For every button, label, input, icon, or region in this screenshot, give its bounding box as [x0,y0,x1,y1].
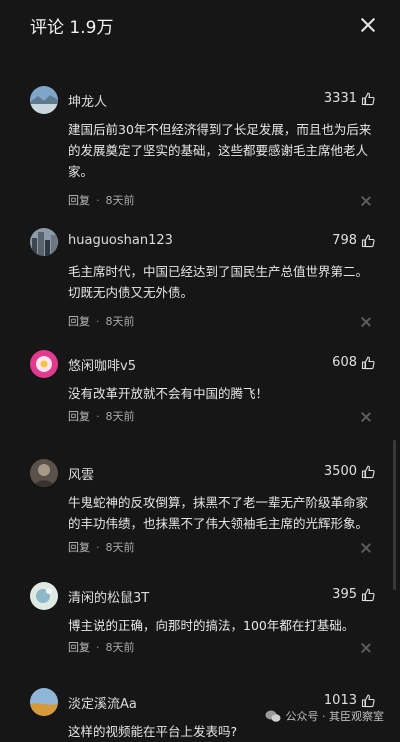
avatar[interactable] [30,582,58,610]
comment-meta: 回复 · 8天前 [68,313,135,329]
comment-meta: 回复 · 8天前 [68,408,135,424]
like-button[interactable]: 3331 [324,91,375,106]
like-count: 608 [332,355,357,370]
thumbs-up-icon [361,694,375,707]
comment-time: 8天前 [105,641,135,654]
comments-header: 评论 1.9万 [0,0,400,50]
comment-text: 这样的视频能在平台上发表吗? [68,724,238,739]
thumbs-up-icon [361,234,375,247]
dismiss-icon[interactable] [361,643,371,653]
comment-time: 8天前 [105,194,135,207]
reply-button[interactable]: 回复 [68,639,90,655]
thumbs-up-icon [361,356,375,369]
separator-dot: · [96,640,100,654]
reply-button[interactable]: 回复 [68,539,90,555]
reply-button[interactable]: 回复 [68,408,90,424]
landscape-avatar-icon [30,86,58,114]
thumbs-up-icon [361,465,375,478]
avatar[interactable] [30,688,58,716]
scrollbar[interactable] [393,440,396,590]
like-count: 395 [332,587,357,602]
comment-username[interactable]: 悠闲咖啡v5 [68,355,136,374]
like-count: 3331 [323,91,357,106]
avatar[interactable] [30,228,58,256]
comment-username[interactable]: 淡定溪流Aa [68,693,137,712]
reply-button[interactable]: 回复 [68,313,90,329]
like-count: 1013 [323,693,357,708]
comment-text: 博主说的正确，向那时的搞法，100年都在打基础。 [68,618,355,633]
comment-text: 牛鬼蛇神的反攻倒算，抹黑不了老一辈无产阶级革命家的丰功伟绩，也抹黑不了伟大领袖毛… [68,495,369,531]
separator-dot: · [96,314,100,328]
like-button[interactable]: 608 [332,355,375,370]
comment-username[interactable]: huaguoshan123 [68,233,173,248]
like-button[interactable]: 395 [332,587,375,602]
comment-text: 毛主席时代，中国已经达到了国民生产总值世界第二。切既无内债又无外债。 [68,264,369,300]
separator-dot: · [96,409,100,423]
like-count: 798 [332,233,357,248]
comment-meta: 回复 · 8天前 [68,539,135,555]
comment-text: 没有改革开放就不会有中国的腾飞！ [68,386,269,401]
cartoon-avatar-icon [30,582,58,610]
thumbs-up-icon [361,92,375,105]
comment-meta: 回复 · 8天前 [68,639,135,655]
avatar[interactable] [30,459,58,487]
avatar[interactable] [30,86,58,114]
separator-dot: · [96,193,100,207]
comment-username[interactable]: 风雲 [68,464,94,483]
reply-button[interactable]: 回复 [68,192,90,208]
comment-text: 建国后前30年不但经济得到了长足发展，而且也为后来的发展奠定了坚实的基础，这些都… [68,122,372,179]
comment-item: 清闲的松鼠3T 395 博主说的正确，向那时的搞法，100年都在打基础。 回复 … [30,582,375,672]
separator-dot: · [96,540,100,554]
comment-list[interactable]: 坤龙人 3331 建国后前30年不但经济得到了长足发展，而且也为后来的发展奠定了… [0,50,400,742]
watermark: 公众号 · 其臣观察室 [265,708,385,724]
like-count: 3500 [323,464,357,479]
dismiss-icon[interactable] [361,196,371,206]
dismiss-icon[interactable] [361,317,371,327]
avatar[interactable] [30,350,58,378]
portrait-avatar-icon [30,459,58,487]
comment-time: 8天前 [105,410,135,423]
comments-title: 评论 1.9万 [30,17,114,38]
comment-username[interactable]: 坤龙人 [68,91,107,110]
thumbs-up-icon [361,588,375,601]
dismiss-icon[interactable] [361,543,371,553]
desert-avatar-icon [30,688,58,716]
comment-item: 悠闲咖啡v5 608 没有改革开放就不会有中国的腾飞！ 回复 · 8天前 [30,350,375,440]
dismiss-icon[interactable] [361,412,371,422]
comment-item: 风雲 3500 牛鬼蛇神的反攻倒算，抹黑不了老一辈无产阶级革命家的丰功伟绩，也抹… [30,459,375,569]
like-button[interactable]: 3500 [324,464,375,479]
comment-time: 8天前 [105,541,135,554]
flower-avatar-icon [30,350,58,378]
comment-time: 8天前 [105,315,135,328]
comment-meta: 回复 · 8天前 [68,192,135,208]
close-icon[interactable] [360,17,376,33]
comment-item: 坤龙人 3331 建国后前30年不但经济得到了长足发展，而且也为后来的发展奠定了… [30,86,375,216]
city-avatar-icon [30,228,58,256]
like-button[interactable]: 798 [332,233,375,248]
watermark-text: 公众号 · 其臣观察室 [285,710,385,723]
like-button[interactable]: 1013 [324,693,375,708]
wechat-icon [265,710,280,722]
comment-item: huaguoshan123 798 毛主席时代，中国已经达到了国民生产总值世界第… [30,228,375,338]
comment-username[interactable]: 清闲的松鼠3T [68,587,149,606]
